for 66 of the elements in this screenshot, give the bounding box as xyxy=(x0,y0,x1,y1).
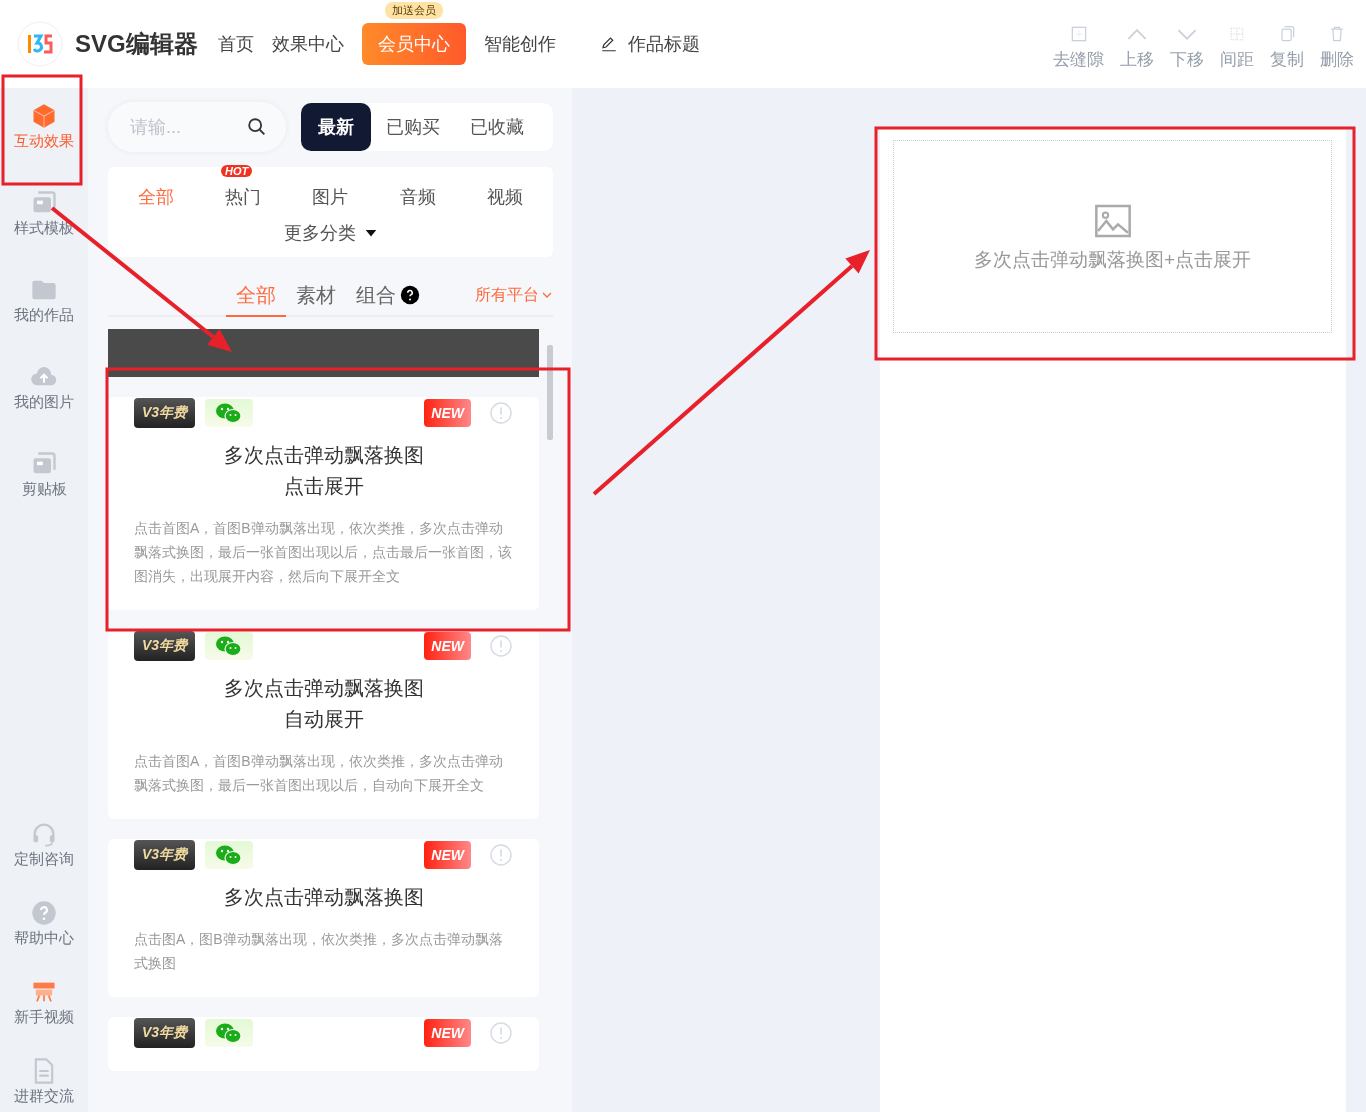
sidebar-item[interactable]: 进群交流 xyxy=(0,1057,88,1106)
tab[interactable]: 已收藏 xyxy=(455,103,539,151)
search-field[interactable]: 请输... xyxy=(108,102,286,152)
vip-badge: V3年费 xyxy=(134,631,196,661)
promo-badge: 加送会员 xyxy=(384,2,443,19)
info-icon xyxy=(489,1021,513,1045)
membership-button[interactable]: 会员中心 xyxy=(361,23,466,65)
template-card[interactable]: V3年费 NEW 多次点击弹动飘落换图 自动展开 点击首图A，首图B弹动飘落出现，依次类推，多次点击弹动飘落式换图，最后一张首图出现以后，自动向下展开全文 xyxy=(108,630,539,819)
title-field[interactable]: 作品标题 xyxy=(599,32,700,56)
card-title: 多次点击弹动飘落换图 xyxy=(222,885,425,910)
chevron-down-icon xyxy=(1177,28,1197,40)
card-title: 多次点击弹动飘落换图 自动展开 xyxy=(222,676,425,732)
category-tab[interactable]: 热门 xyxy=(225,181,262,213)
category-tab[interactable]: 视频 xyxy=(487,181,524,213)
logo-text: SVG编辑器 xyxy=(75,29,198,59)
info-icon xyxy=(489,843,513,867)
category-tab[interactable]: 图片 xyxy=(312,181,349,213)
new-badge: NEW xyxy=(424,1019,471,1047)
wechat-badge xyxy=(205,632,254,660)
wechat-badge xyxy=(205,841,254,869)
logo-icon[interactable] xyxy=(17,21,63,67)
vip-badge: V3年费 xyxy=(134,840,196,870)
sidebar-item[interactable]: 互动效果 xyxy=(0,102,88,151)
sidebar-item[interactable]: 样式模板 xyxy=(0,189,88,238)
sidebar-item[interactable]: 帮助中心 xyxy=(0,899,88,948)
pencil-icon xyxy=(599,35,618,53)
nav-link[interactable]: 智能创作 xyxy=(483,23,556,65)
sidebar-item[interactable]: 我的作品 xyxy=(0,276,88,325)
search-icon xyxy=(246,116,268,138)
card-description: 点击图A，图B弹动飘落出现，依次类推，多次点击弹动飘落式换图 xyxy=(134,930,504,973)
card-title: 多次点击弹动飘落换图 点击展开 xyxy=(222,443,425,499)
nav-link[interactable]: 效果中心 xyxy=(271,23,344,65)
template-card[interactable]: V3年费 NEW 多次点击弹动飘落换图 点击图A，图B弹动飘落出现，依次类推，多次点击弹动飘落式换图 xyxy=(108,839,539,997)
template-card[interactable]: V3年费 NEW 多次点击弹动飘落换图 点击展开 点击首图A，首图B弹动飘落出现，依次类推，多次点击弹动飘落式换图，最后一张首图出现以后，点击最后一张首图，该图消失，出现展开内容，然后向下展开全文 xyxy=(108,397,539,610)
vip-badge: V3年费 xyxy=(134,398,196,428)
card-description: 点击首图A，首图B弹动飘落出现，依次类推，多次点击弹动飘落式换图，最后一张首图出现以后，点击最后一张首图，该图消失，出现展开内容，然后向下展开全文 xyxy=(134,519,513,586)
category-tab[interactable]: 全部 xyxy=(137,181,174,213)
new-badge: NEW xyxy=(424,632,471,660)
chevron-up-icon xyxy=(1127,28,1147,40)
filter-tab[interactable]: 组合 xyxy=(346,275,430,315)
nav-link[interactable]: 首页 xyxy=(217,23,254,65)
tab[interactable]: 最新 xyxy=(301,103,371,151)
sidebar-item[interactable]: 我的图片 xyxy=(0,363,88,412)
sidebar-item[interactable]: 新手视频 xyxy=(0,978,88,1027)
card-description: 点击首图A，首图B弹动飘落出现，依次类推，多次点击弹动飘落式换图，最后一张首图出现以后，自动向下展开全文 xyxy=(134,752,504,795)
sidebar-item[interactable]: 剪贴板 xyxy=(0,450,88,499)
wechat-badge xyxy=(205,1019,254,1047)
sidebar-item[interactable]: 定制咨询 xyxy=(0,820,88,869)
tab[interactable]: 已购买 xyxy=(371,103,455,151)
more-categories-dropdown[interactable]: 更多分类 xyxy=(283,221,378,245)
vip-badge: V3年费 xyxy=(134,1018,196,1048)
new-badge: NEW xyxy=(424,399,471,427)
cube-icon xyxy=(30,102,58,130)
preview-label: 多次点击弹动飘落换图+点击展开 xyxy=(973,247,1252,272)
info-icon xyxy=(489,401,513,425)
hot-badge: HOT xyxy=(221,165,253,177)
new-badge: NEW xyxy=(424,841,471,869)
filter-tab[interactable]: 全部 xyxy=(226,275,286,317)
scrollbar[interactable] xyxy=(547,345,553,440)
category-tab[interactable]: 音频 xyxy=(399,181,436,213)
platform-dropdown[interactable]: 所有平台 xyxy=(475,284,553,306)
template-card[interactable]: V3年费 NEW xyxy=(108,1017,539,1071)
wechat-badge xyxy=(205,399,254,427)
help-icon xyxy=(30,899,58,927)
filter-tab[interactable]: 素材 xyxy=(286,275,346,315)
info-icon xyxy=(489,634,513,658)
